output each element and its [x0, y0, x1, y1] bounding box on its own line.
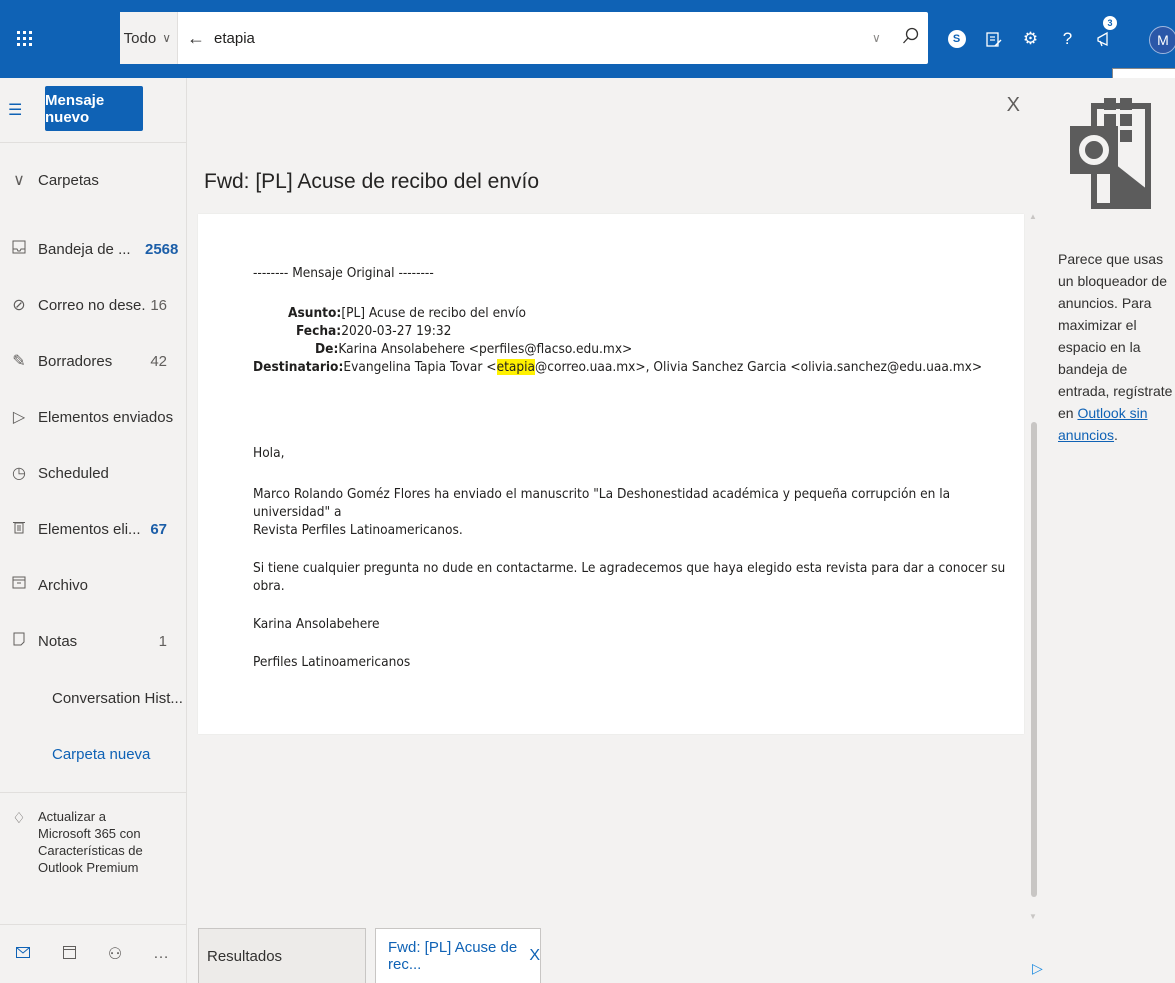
inbox-icon — [0, 240, 38, 259]
search-highlight: etapia — [496, 359, 536, 375]
tab-message[interactable]: Fwd: [PL] Acuse de rec... X — [375, 928, 541, 983]
message-subject: Fwd: [PL] Acuse de recibo del envío — [204, 170, 540, 193]
skype-icon[interactable]: S — [938, 0, 975, 78]
outlook-logo-icon — [1070, 98, 1154, 219]
chevron-down-icon: ∨ — [13, 172, 25, 189]
subject-value: [PL] Acuse de recibo del envío — [341, 305, 526, 321]
date-label: Fecha: — [296, 323, 342, 339]
notification-badge: 3 — [1103, 16, 1117, 30]
sidebar-item-conversation-history[interactable]: Conversation Hist... — [0, 670, 187, 726]
from-label: De: — [315, 341, 339, 357]
mail-icon[interactable] — [0, 945, 46, 963]
more-options-icon[interactable]: … — [138, 945, 184, 963]
message-scrollbar[interactable]: ▲ ▼ — [1027, 212, 1041, 924]
search-history-chevron-icon[interactable]: ∨ — [872, 31, 894, 45]
sidebar-item-archive[interactable]: Archivo — [0, 557, 187, 613]
calendar-icon[interactable] — [46, 945, 92, 964]
signature-org: Perfiles Latinoamericanos — [253, 654, 411, 670]
my-day-icon[interactable] — [975, 0, 1012, 78]
scroll-thumb[interactable] — [1031, 422, 1037, 897]
sidebar-item-notes[interactable]: Notas 1 — [0, 613, 187, 669]
notes-icon — [0, 632, 38, 651]
search-box: Todo ∨ ← etapia ∨ — [120, 12, 928, 64]
to-value: Evangelina Tapia Tovar <etapia@correo.ua… — [343, 359, 983, 375]
search-scope-dropdown[interactable]: Todo ∨ — [120, 12, 178, 64]
diamond-icon: ♢ — [12, 810, 26, 827]
sidebar-item-sent[interactable]: ▷ Elementos enviados — [0, 389, 187, 445]
hamburger-menu-icon[interactable]: ☰ — [8, 100, 22, 120]
greeting: Hola, — [253, 445, 285, 461]
ad-panel: Parece que usas un bloqueador de anuncio… — [1032, 78, 1175, 983]
app-launcher-icon[interactable] — [0, 0, 50, 78]
settings-gear-icon[interactable]: ⚙ — [1012, 0, 1049, 78]
new-message-button[interactable]: Mensaje nuevo — [45, 86, 143, 131]
archive-icon — [0, 576, 38, 594]
paragraph-1-line-2: Revista Perfiles Latinoamericanos. — [253, 522, 463, 538]
module-switcher: ⚇ … — [0, 924, 187, 983]
from-value: Karina Ansolabehere <perfiles@flacso.edu… — [338, 341, 633, 357]
people-icon[interactable]: ⚇ — [92, 944, 138, 964]
chevron-down-icon: ∨ — [162, 31, 171, 45]
top-bar: Todo ∨ ← etapia ∨ S ⚙ ? 3 — [0, 0, 1175, 78]
scroll-down-icon[interactable]: ▼ — [1029, 912, 1037, 921]
date-value: 2020-03-27 19:32 — [341, 323, 452, 339]
signature-name: Karina Ansolabehere — [253, 616, 380, 632]
divider — [0, 792, 187, 793]
trash-icon — [0, 520, 38, 539]
message-body-card: -------- Mensaje Original -------- Asunt… — [198, 214, 1024, 734]
sidebar-item-deleted[interactable]: Elementos eli... 67 — [0, 501, 187, 557]
notifications-megaphone-icon[interactable]: 3 — [1086, 0, 1123, 78]
close-tab-icon[interactable]: X — [529, 947, 540, 965]
search-scope-label: Todo — [123, 29, 157, 47]
tab-results[interactable]: Resultados — [198, 928, 366, 983]
sidebar-item-drafts[interactable]: ✎ Borradores 42 — [0, 333, 187, 389]
upgrade-premium-link[interactable]: ♢ Actualizar a Microsoft 365 con Caracte… — [0, 808, 187, 876]
paragraph-1-line-1: Marco Rolando Goméz Flores ha enviado el… — [253, 486, 951, 520]
tab-strip: Resultados Fwd: [PL] Acuse de rec... X — [188, 926, 1046, 983]
avatar[interactable]: M — [1149, 26, 1175, 54]
sidebar-item-junk[interactable]: ⊘ Correo no dese... 16 — [0, 277, 187, 333]
clock-icon: ◷ — [12, 465, 26, 482]
back-arrow-icon[interactable]: ← — [178, 28, 214, 49]
message-body: -------- Mensaje Original -------- Asunt… — [253, 264, 1024, 671]
to-label: Destinatario: — [253, 359, 344, 375]
ad-blocker-message: Parece que usas un bloqueador de anuncio… — [1058, 251, 1173, 443]
paragraph-2: Si tiene cualquier pregunta no dude en c… — [253, 560, 1006, 594]
sidebar-item-inbox[interactable]: Bandeja de ... 2568 — [0, 221, 187, 277]
drafts-pencil-icon: ✎ — [12, 353, 26, 370]
ad-choices-icon[interactable]: ▷ — [1032, 960, 1043, 977]
subject-label: Asunto: — [288, 305, 342, 321]
scroll-up-icon[interactable]: ▲ — [1029, 212, 1037, 221]
junk-icon: ⊘ — [12, 297, 26, 314]
new-folder-link[interactable]: Carpeta nueva — [0, 726, 187, 782]
search-input[interactable]: etapia — [214, 30, 872, 47]
folders-header[interactable]: ∨ Carpetas — [0, 152, 187, 208]
search-icon[interactable] — [894, 27, 928, 50]
left-navigation: ☰ Mensaje nuevo ∨ Carpetas Bandeja de ..… — [0, 78, 187, 983]
reading-pane: X Fwd: [PL] Acuse de recibo del envío --… — [188, 78, 1046, 926]
help-icon[interactable]: ? — [1049, 0, 1086, 78]
sent-icon: ▷ — [12, 409, 26, 426]
sidebar-item-scheduled[interactable]: ◷ Scheduled — [0, 445, 187, 501]
divider — [0, 142, 187, 143]
original-message-header: -------- Mensaje Original -------- — [253, 265, 434, 281]
close-icon[interactable]: X — [1007, 94, 1020, 117]
